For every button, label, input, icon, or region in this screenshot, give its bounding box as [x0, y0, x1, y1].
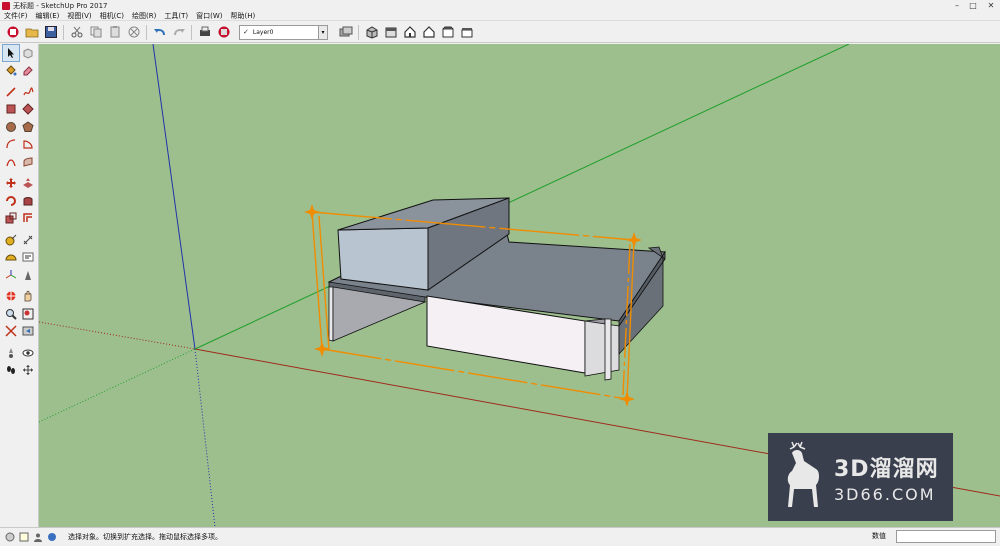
- eraser-icon[interactable]: [20, 62, 36, 78]
- save-icon[interactable]: [42, 24, 59, 41]
- menu-file[interactable]: 文件(F): [0, 11, 32, 21]
- paint-bucket-icon[interactable]: [3, 62, 19, 78]
- toolbar-separator: [63, 24, 64, 40]
- measurements-label: 数值: [872, 532, 886, 540]
- select-icon[interactable]: [2, 43, 20, 62]
- geo-location-icon[interactable]: [4, 532, 15, 543]
- axes-icon[interactable]: [3, 267, 19, 283]
- front-view-icon[interactable]: [401, 24, 418, 41]
- maximize-icon[interactable]: □: [966, 0, 980, 10]
- green-axis-dotted: [39, 348, 196, 423]
- follow-me-icon[interactable]: [20, 193, 36, 209]
- freehand-icon[interactable]: [20, 84, 36, 100]
- minimize-icon[interactable]: –: [950, 0, 964, 10]
- menu-tools[interactable]: 工具(T): [160, 11, 192, 21]
- copy-icon[interactable]: [87, 24, 104, 41]
- erase-icon[interactable]: [125, 24, 142, 41]
- right-wall-b: [604, 318, 612, 381]
- orbit-icon[interactable]: [3, 288, 19, 304]
- menu-bar: 文件(F) 编辑(E) 视图(V) 相机(C) 绘图(R) 工具(T) 窗口(W…: [0, 11, 1000, 21]
- print-icon[interactable]: [196, 24, 213, 41]
- watermark-logo: 3D溜溜网 3D66.COM: [768, 433, 953, 521]
- model-info-icon[interactable]: [215, 24, 232, 41]
- menu-view[interactable]: 视图(V): [63, 11, 95, 21]
- watermark-domain: 3D66.COM: [834, 484, 936, 504]
- large-tool-set: [0, 43, 39, 527]
- status-message: 选择对象。切换到扩充选择。拖动鼠标选择多项。: [68, 533, 222, 541]
- section-plane-icon[interactable]: [20, 362, 36, 378]
- line-icon[interactable]: [3, 84, 19, 100]
- zoom-extents-icon[interactable]: [3, 323, 19, 339]
- toolbar-separator: [191, 24, 192, 40]
- red-axis-dotted: [39, 321, 196, 350]
- offset-icon[interactable]: [20, 210, 36, 226]
- layer-visible-check: ✓: [243, 28, 249, 36]
- watermark-title: 3D溜溜网: [834, 456, 939, 482]
- layer-name: Layer0: [252, 28, 274, 36]
- status-bar: 选择对象。切换到扩充选择。拖动鼠标选择多项。 数值: [0, 527, 1000, 546]
- left-wall-outer: [328, 286, 334, 342]
- scale-icon[interactable]: [3, 210, 19, 226]
- right-wall-a: [584, 320, 620, 377]
- cut-icon[interactable]: [68, 24, 85, 41]
- menu-help[interactable]: 帮助(H): [226, 11, 259, 21]
- top-view-icon[interactable]: [382, 24, 399, 41]
- look-around-icon[interactable]: [20, 345, 36, 361]
- close-icon[interactable]: ✕: [984, 0, 998, 10]
- blue-axis-dotted: [194, 348, 216, 527]
- window-title: 无标题 - SketchUp Pro 2017: [13, 1, 108, 10]
- three-point-arc-icon[interactable]: [20, 154, 36, 170]
- right-view-icon[interactable]: [420, 24, 437, 41]
- polygon-icon[interactable]: [20, 119, 36, 135]
- main-toolbar: ✓ Layer0 ▾: [0, 22, 1000, 43]
- toolbar-separator: [358, 24, 359, 40]
- credits-icon[interactable]: [18, 532, 29, 543]
- user-icon[interactable]: [32, 532, 43, 543]
- redo-icon[interactable]: [170, 24, 187, 41]
- left-view-icon[interactable]: [458, 24, 475, 41]
- toolbar-separator: [146, 24, 147, 40]
- menu-draw[interactable]: 绘图(R): [128, 11, 160, 21]
- menu-window[interactable]: 窗口(W): [192, 11, 226, 21]
- open-icon[interactable]: [23, 24, 40, 41]
- text-icon[interactable]: [20, 249, 36, 265]
- layer-select[interactable]: ✓ Layer0: [239, 24, 319, 40]
- make-component-icon[interactable]: [20, 45, 36, 61]
- menu-edit[interactable]: 编辑(E): [32, 11, 64, 21]
- protractor-icon[interactable]: [3, 249, 19, 265]
- two-point-arc-icon[interactable]: [3, 154, 19, 170]
- circle-icon[interactable]: [3, 119, 19, 135]
- title-bar: 无标题 - SketchUp Pro 2017 – □ ✕: [0, 0, 1000, 11]
- position-camera-icon[interactable]: [3, 345, 19, 361]
- measurements-input[interactable]: [896, 530, 996, 543]
- sketchup-logo-icon: [2, 1, 10, 10]
- dimension-icon[interactable]: [20, 232, 36, 248]
- deer-logo-icon: [787, 441, 819, 507]
- layer-manager-icon[interactable]: [337, 24, 354, 41]
- menu-camera[interactable]: 相机(C): [96, 11, 128, 21]
- chevron-down-icon[interactable]: ▾: [319, 24, 328, 40]
- pan-icon[interactable]: [20, 288, 36, 304]
- upper-block-front: [337, 227, 429, 291]
- push-pull-icon[interactable]: [20, 175, 36, 191]
- rectangle-icon[interactable]: [3, 101, 19, 117]
- zoom-window-icon[interactable]: [20, 306, 36, 322]
- walk-icon[interactable]: [3, 362, 19, 378]
- iso-view-icon[interactable]: [363, 24, 380, 41]
- pie-icon[interactable]: [20, 136, 36, 152]
- get-started-icon[interactable]: [4, 24, 21, 41]
- tape-measure-icon[interactable]: [3, 232, 19, 248]
- previous-icon[interactable]: [20, 323, 36, 339]
- paste-icon[interactable]: [106, 24, 123, 41]
- zoom-icon[interactable]: [3, 306, 19, 322]
- back-view-icon[interactable]: [439, 24, 456, 41]
- help-icon[interactable]: [46, 532, 57, 543]
- rotated-rectangle-icon[interactable]: [20, 101, 36, 117]
- arc-icon[interactable]: [3, 136, 19, 152]
- undo-icon[interactable]: [151, 24, 168, 41]
- 3d-text-icon[interactable]: [20, 267, 36, 283]
- rotate-icon[interactable]: [3, 193, 19, 209]
- blue-axis: [152, 44, 196, 350]
- move-icon[interactable]: [3, 175, 19, 191]
